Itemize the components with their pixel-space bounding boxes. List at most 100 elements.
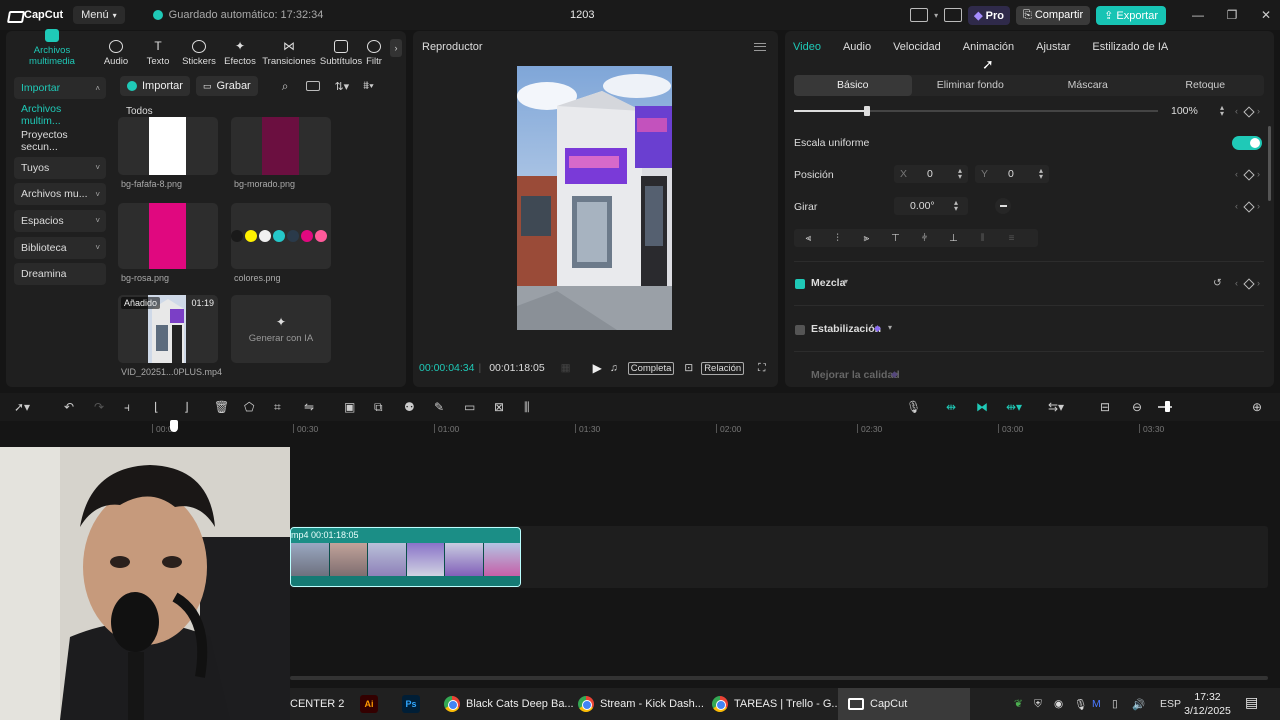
reset-icon[interactable]: ↺ [1213, 277, 1222, 289]
ratio-button[interactable]: Relación [701, 361, 745, 375]
chevron-down-icon[interactable]: ▾ [844, 277, 848, 286]
undo-icon[interactable]: ↶ [64, 400, 74, 414]
share-button[interactable]: ⎘ Compartir [1015, 5, 1091, 25]
keyframe-icon[interactable] [1243, 278, 1255, 290]
chevron-down-icon[interactable]: ▾ [934, 11, 938, 20]
view-grid-icon[interactable] [306, 81, 321, 91]
export-button[interactable]: ⇪ Exportar [1096, 5, 1166, 25]
align-left-icon[interactable]: ⫷ [794, 233, 823, 244]
scale-slider[interactable] [794, 106, 1158, 116]
restore-button[interactable]: ❐ [1218, 8, 1246, 22]
language-indicator[interactable]: ESP [1160, 698, 1181, 710]
subtab-retouch[interactable]: Retoque [1147, 75, 1265, 96]
nav-dreamina[interactable]: Dreamina [14, 263, 106, 286]
media-item-bg-morado[interactable] [231, 117, 331, 175]
media-item-bg-fafafa[interactable] [118, 117, 218, 175]
taskbar-item-photoshop[interactable]: Ps [402, 688, 420, 720]
keyframe-icon[interactable] [1243, 201, 1255, 213]
uniform-scale-toggle[interactable] [1232, 136, 1262, 150]
project-title[interactable]: 1203 [570, 9, 594, 21]
malwarebytes-icon[interactable]: M [1092, 698, 1112, 710]
select-cursor-icon[interactable]: ➚▾ [14, 400, 30, 414]
chevron-down-icon[interactable]: ▾ [888, 323, 892, 332]
chevron-right-icon[interactable]: › [390, 39, 402, 57]
tab-transitions[interactable]: ⋈ Transiciones [260, 39, 318, 67]
tab-filters[interactable]: Filtr [364, 40, 384, 67]
timeline-ruler[interactable] [0, 421, 1280, 437]
snapshot-icon[interactable]: ⊡ [684, 362, 693, 374]
nav-spaces[interactable]: Espacios ˅ [14, 209, 106, 232]
split-left-icon[interactable]: ⌊ [154, 400, 159, 414]
taskbar-item-chrome-2[interactable]: Stream - Kick Dash... [578, 688, 704, 720]
search-icon[interactable]: ⌕ [282, 79, 289, 94]
align-bottom-icon[interactable]: ⊥ [939, 233, 968, 244]
mic-tray-icon[interactable]: 🎙 [1074, 698, 1092, 711]
filter-icon[interactable]: ⩩▾ [363, 80, 374, 93]
video-preview[interactable] [517, 66, 672, 330]
rotate-dial-icon[interactable] [995, 198, 1011, 214]
zoom-slider-handle[interactable] [1165, 401, 1170, 412]
taskbar-item-chrome-3[interactable]: TAREAS | Trello - G... [712, 688, 841, 720]
nav-import[interactable]: Importar ˄ [14, 77, 106, 99]
tab-audio[interactable]: Audio [843, 41, 871, 53]
inspector-scrollbar[interactable] [1268, 126, 1271, 201]
taskbar-item-illustrator[interactable]: Ai [360, 688, 378, 720]
position-y-field[interactable]: Y 0 [975, 165, 1049, 183]
keyframe-prev-icon[interactable]: ‹ [1235, 201, 1238, 211]
subtab-mask[interactable]: Máscara [1029, 75, 1147, 96]
split-right-icon[interactable]: ⌋ [184, 400, 189, 414]
play-icon[interactable]: ▶ [593, 361, 602, 375]
tab-media[interactable]: Archivos multimedia [10, 29, 94, 67]
zoom-in-icon[interactable]: ⊕ [1252, 400, 1262, 414]
person-icon[interactable]: ⚉ [404, 400, 415, 414]
keyframe-next-icon[interactable]: › [1257, 278, 1260, 288]
media-item-colores[interactable] [231, 203, 331, 269]
keyframe-next-icon[interactable]: › [1257, 169, 1260, 179]
playhead[interactable] [170, 420, 178, 432]
align-right-icon[interactable]: ⫸ [852, 233, 881, 244]
tab-ai-style[interactable]: Estilizado de IA [1092, 41, 1168, 53]
scale-slider-handle[interactable] [863, 106, 870, 116]
tab-speed[interactable]: Velocidad [893, 41, 941, 53]
stabilize-checkbox[interactable] [795, 325, 805, 335]
ai-edit-icon[interactable]: ▣ [344, 400, 355, 414]
tab-text[interactable]: T Texto [138, 39, 178, 67]
caption-icon[interactable]: ⊟ [1100, 400, 1110, 414]
auto-snap-icon[interactable]: ⧓ [976, 400, 988, 414]
import-button[interactable]: Importar [120, 76, 190, 96]
marker-icon[interactable]: ⬠ [244, 400, 254, 414]
notifications-icon[interactable]: ▤ [1245, 694, 1258, 711]
preview-axis-icon[interactable]: ⇆▾ [1048, 400, 1064, 414]
stepper-icon[interactable]: ▴ ▾ [958, 167, 962, 181]
keyframe-next-icon[interactable]: › [1257, 106, 1260, 116]
keyframe-icon[interactable] [1243, 106, 1255, 118]
full-quality-button[interactable]: Completa [627, 361, 675, 375]
main-track-magnet-icon[interactable]: ⇹ [946, 400, 956, 414]
keyframe-prev-icon[interactable]: ‹ [1235, 106, 1238, 116]
delete-icon[interactable]: 🗑 [214, 400, 229, 414]
export-frame-icon[interactable]: ⊠ [494, 400, 504, 414]
stepper-icon[interactable]: ▴ ▾ [1220, 104, 1224, 118]
nav-library[interactable]: Biblioteca ˅ [14, 236, 106, 259]
mirror-icon[interactable]: ⇋ [304, 400, 314, 414]
align-top-icon[interactable]: ⊤ [881, 233, 910, 244]
align-center-h-icon[interactable]: ⫶ [823, 233, 852, 244]
audio-split-icon[interactable]: ⫼ [524, 400, 530, 414]
pro-button[interactable]: ◆ Pro [968, 5, 1010, 25]
nav-media-files-2[interactable]: Archivos mu... ˅ [14, 183, 106, 206]
tab-video[interactable]: Video [793, 41, 821, 53]
taskbar-item-chrome-1[interactable]: Black Cats Deep Ba... [444, 688, 574, 720]
fullscreen-icon[interactable]: ⛶ [758, 362, 765, 375]
magic-icon[interactable]: ✎ [434, 400, 444, 414]
minimize-button[interactable]: — [1184, 8, 1212, 22]
tab-subtitles[interactable]: Subtítulos [318, 40, 364, 67]
keyframe-icon[interactable] [1243, 169, 1255, 181]
sort-icon[interactable]: ⇅▾ [334, 80, 349, 93]
microphone-icon[interactable]: 🎙 [906, 400, 921, 414]
menu-icon[interactable] [754, 43, 766, 51]
taskbar-clock[interactable]: 17:32 3/12/2025 [1180, 690, 1235, 718]
chrome-tray-icon[interactable]: ◉ [1054, 698, 1074, 710]
subtab-basic[interactable]: Básico [794, 75, 912, 96]
tab-animation[interactable]: Animación [963, 41, 1014, 53]
generate-ai-button[interactable]: ✦ Generar con IA [231, 295, 331, 363]
